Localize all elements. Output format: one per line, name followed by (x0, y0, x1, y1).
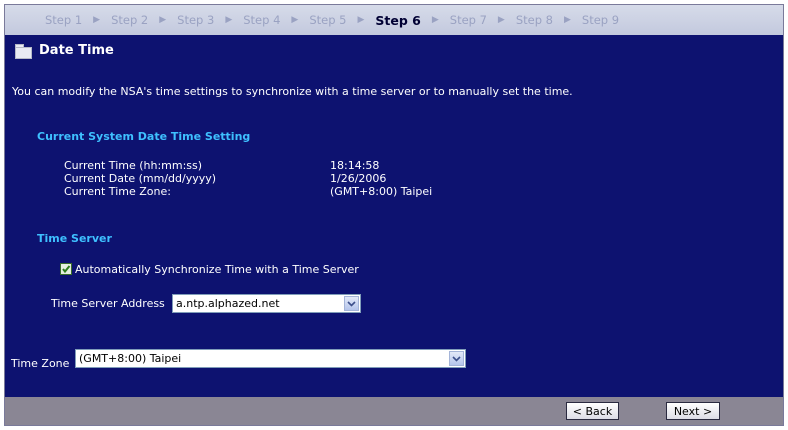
current-date-label: Current Date (mm/dd/yyyy) (64, 172, 217, 185)
current-time-label: Current Time (hh:mm:ss) (64, 159, 203, 172)
time-zone-value: (GMT+8:00) Taipei (79, 352, 182, 365)
step-4: Step 4 (243, 13, 281, 27)
step-2: Step 2 (111, 13, 149, 27)
wizard-window: Step 1 ▶ Step 2 ▶ Step 3 ▶ Step 4 ▶ Step 5 ▶ … (4, 4, 784, 426)
auto-sync-label[interactable]: Automatically Synchronize Time with a Ti… (75, 263, 359, 276)
time-zone-select[interactable]: (GMT+8:00) Taipei (75, 349, 466, 368)
current-time-value: 18:14:58 (330, 159, 380, 172)
time-server-address-value: a.ntp.alphazed.net (176, 297, 280, 310)
step-arrow-icon: ▶ (225, 15, 233, 25)
chevron-down-icon[interactable] (344, 296, 359, 311)
step-1: Step 1 (45, 13, 83, 27)
current-zone-label: Current Time Zone: (64, 185, 171, 198)
page-title-text: Date Time (39, 43, 114, 58)
step-arrow-icon: ▶ (431, 15, 439, 25)
back-button[interactable]: < Back (566, 402, 619, 420)
step-6-current: Step 6 (375, 12, 421, 28)
description-text: You can modify the NSA's time settings t… (12, 85, 573, 98)
current-date-value: 1/26/2006 (330, 172, 387, 185)
auto-sync-checkbox[interactable] (60, 263, 72, 275)
time-server-address-select[interactable]: a.ntp.alphazed.net (172, 294, 361, 313)
current-setting-heading: Current System Date Time Setting (37, 130, 251, 143)
step-9: Step 9 (581, 13, 620, 27)
next-button[interactable]: Next > (666, 402, 720, 420)
time-server-heading: Time Server (37, 232, 112, 245)
current-zone-value: (GMT+8:00) Taipei (330, 185, 433, 198)
step-3: Step 3 (177, 13, 215, 27)
time-zone-label: Time Zone (11, 357, 70, 370)
time-server-address-label: Time Server Address (51, 297, 165, 310)
step-7: Step 7 (449, 13, 487, 27)
folder-icon (15, 43, 32, 59)
step-arrow-icon: ▶ (564, 15, 571, 25)
step-arrow-icon: ▶ (497, 15, 505, 25)
step-arrow-icon: ▶ (357, 15, 365, 25)
checkmark-icon (62, 265, 71, 274)
step-5: Step 5 (309, 13, 347, 27)
step-bar: Step 1 ▶ Step 2 ▶ Step 3 ▶ Step 4 ▶ Step 5 ▶ … (5, 5, 783, 35)
footer-bar: < Back Next > (5, 397, 783, 425)
page-title: Date Time (15, 43, 114, 59)
step-arrow-icon: ▶ (159, 15, 167, 25)
step-arrow-icon: ▶ (291, 15, 299, 25)
chevron-down-icon[interactable] (449, 351, 464, 366)
step-arrow-icon: ▶ (93, 15, 101, 25)
step-8: Step 8 (515, 13, 553, 27)
